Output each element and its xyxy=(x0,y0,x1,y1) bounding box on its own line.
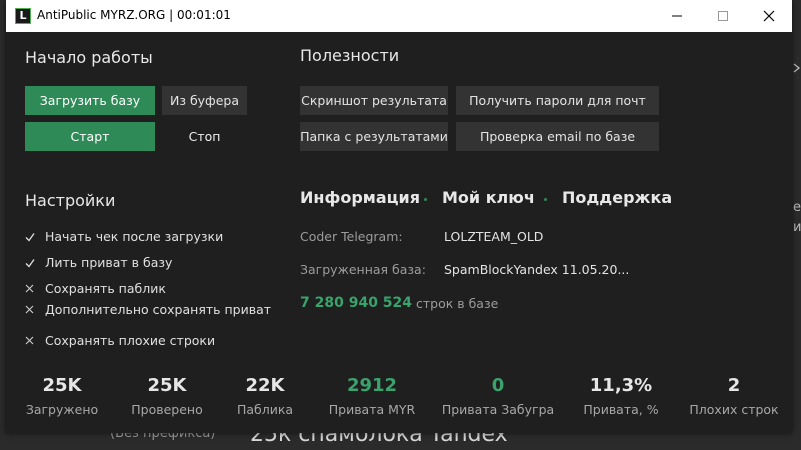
window-title: AntiPublic MYRZ.ORG | 00:01:01 xyxy=(37,8,231,22)
background-chevron-icon xyxy=(793,62,801,77)
option-save-private-extra[interactable]: Дополнительно сохранять приват xyxy=(25,302,271,317)
results-folder-button[interactable]: Папка с результатами xyxy=(300,122,448,151)
cross-icon xyxy=(25,284,45,293)
option-label: Начать чек после загрузки xyxy=(45,229,224,244)
stat-value: 0 xyxy=(491,375,505,396)
main-window: L AntiPublic MYRZ.ORG | 00:01:01 Начало … xyxy=(6,0,792,433)
stat-value: 2 xyxy=(727,375,741,396)
stat-label: Паблика xyxy=(236,402,294,417)
option-push-private[interactable]: Лить приват в базу xyxy=(25,255,172,270)
maximize-icon xyxy=(718,11,728,21)
stat-loaded: 25K Загружено xyxy=(20,375,104,417)
stat-private-percent: 11,3% Привата, % xyxy=(576,375,666,417)
stat-label: Привата, % xyxy=(583,402,659,417)
lines-label: строк в базе xyxy=(416,296,499,311)
check-email-button[interactable]: Проверка email по базе xyxy=(456,122,659,151)
check-icon xyxy=(25,258,45,268)
option-start-check[interactable]: Начать чек после загрузки xyxy=(25,229,223,244)
from-buffer-button[interactable]: Из буфера xyxy=(162,86,247,115)
start-section-title: Начало работы xyxy=(25,48,153,67)
stat-private-myr: 2912 Привата MYR xyxy=(322,375,422,417)
tab-separator-dot xyxy=(424,198,427,201)
cross-icon xyxy=(25,305,45,314)
close-icon xyxy=(763,10,775,22)
stat-bad-lines: 2 Плохих строк xyxy=(686,375,782,417)
option-save-bad-lines[interactable]: Сохранять плохие строки xyxy=(25,333,215,348)
load-db-button[interactable]: Загрузить базу xyxy=(25,86,155,115)
stat-public: 22K Паблика xyxy=(230,375,300,417)
minimize-icon xyxy=(672,15,682,17)
option-label: Дополнительно сохранять приват xyxy=(45,302,272,317)
cross-icon xyxy=(25,336,45,345)
screenshot-button[interactable]: Скриншот результата xyxy=(300,86,448,115)
stat-value: 11,3% xyxy=(589,375,653,396)
option-label: Сохранять паблик xyxy=(45,281,166,296)
stat-value: 25K xyxy=(42,375,82,396)
tab-separator-dot xyxy=(544,198,547,201)
stats-bar: 25K Загружено 25K Проверено 22K Паблика … xyxy=(6,375,792,433)
minimize-button[interactable] xyxy=(654,0,700,32)
app-logo-icon: L xyxy=(15,8,31,24)
telegram-value[interactable]: LOLZTEAM_OLD xyxy=(444,229,543,244)
tab-support[interactable]: Поддержка xyxy=(562,188,672,207)
get-passwords-button[interactable]: Получить пароли для почт xyxy=(456,86,659,115)
maximize-button[interactable] xyxy=(700,0,746,32)
stat-label: Проверено xyxy=(131,402,203,417)
start-button[interactable]: Старт xyxy=(25,122,155,151)
settings-section-title: Настройки xyxy=(25,191,116,210)
title-bar[interactable]: L AntiPublic MYRZ.ORG | 00:01:01 xyxy=(6,0,792,32)
tab-my-key[interactable]: Мой ключ xyxy=(442,188,535,207)
stat-value: 25K xyxy=(147,375,187,396)
stat-value: 2912 xyxy=(346,375,398,396)
close-button[interactable] xyxy=(746,0,792,32)
stat-label: Привата MYR xyxy=(328,402,416,417)
loaded-db-label: Загруженная база: xyxy=(300,262,426,277)
option-save-public[interactable]: Сохранять паблик xyxy=(25,281,166,296)
useful-section-title: Полезности xyxy=(300,46,400,65)
stat-label: Плохих строк xyxy=(689,402,779,417)
stat-value: 22K xyxy=(245,375,285,396)
loaded-db-value: SpamBlockYandex 11.05.20... xyxy=(444,262,630,277)
telegram-label: Coder Telegram: xyxy=(300,229,403,244)
stat-checked: 25K Проверено xyxy=(124,375,210,417)
lines-count: 7 280 940 524 xyxy=(300,295,413,311)
option-label: Сохранять плохие строки xyxy=(45,333,216,348)
check-icon xyxy=(25,232,45,242)
stat-label: Загружено xyxy=(25,402,99,417)
tab-info[interactable]: Информация xyxy=(300,188,420,207)
background-text-fragment: и xyxy=(793,220,801,235)
option-label: Лить приват в базу xyxy=(45,255,173,270)
stat-private-foreign: 0 Привата Забугра xyxy=(440,375,556,417)
stat-label: Привата Забугра xyxy=(441,402,555,417)
stop-button[interactable]: Стоп xyxy=(162,122,247,151)
background-text-fragment: е xyxy=(793,200,801,215)
